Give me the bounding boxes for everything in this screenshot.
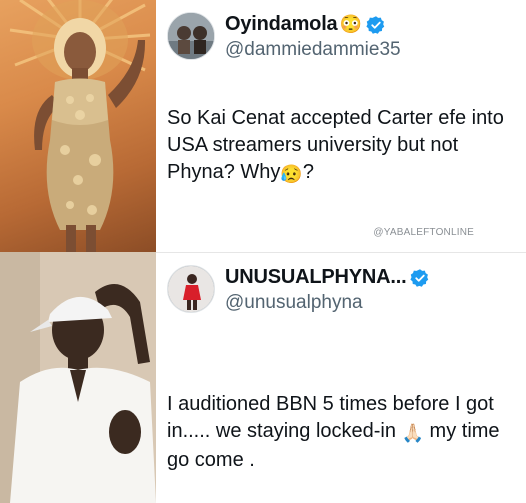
sad-face-emoji: 😥 [280,164,303,184]
handle[interactable]: @unusualphyna [225,292,363,314]
display-name[interactable]: Oyindamola [225,13,338,36]
verified-badge-icon [410,268,429,287]
avatar-image [168,266,214,312]
tweet-text-main: So Kai Cenat accepted Carter efe into US… [167,107,504,183]
tweet-oyindamola[interactable]: Oyindamola 😳 @dammiedammie35 So Kai Cena… [157,0,526,252]
avatar-image [168,13,214,59]
handle[interactable]: @dammiedammie35 [225,39,401,61]
photo-man-white-cap [0,252,156,503]
avatar-unusualphyna[interactable] [167,265,215,313]
flushed-face-emoji: 😳 [339,14,362,34]
tweet-unusualphyna[interactable]: UNUSUALPHYNA... @unusualphyna I audition… [157,253,526,503]
watermark: @YABALEFTONLINE [373,227,474,238]
tweet-header: Oyindamola 😳 @dammiedammie35 [167,12,507,64]
verified-badge-icon [366,15,385,34]
avatar-oyindamola[interactable] [167,12,215,60]
display-name[interactable]: UNUSUALPHYNA... [225,266,407,289]
tweet-text: I auditioned BBN 5 times before I got in… [167,391,523,474]
woman-gold-gown-illustration [9,0,151,252]
tweet-header: UNUSUALPHYNA... @unusualphyna [167,265,507,317]
tweet-text: So Kai Cenat accepted Carter efe into US… [167,105,523,188]
praying-hands-emoji: 🙏🏻 [401,423,424,443]
name-row: UNUSUALPHYNA... [225,266,430,289]
photo-woman-gold-gown [0,0,156,252]
man-white-cap-illustration [0,252,156,503]
tweet-text-tail: ? [302,161,314,183]
name-row: Oyindamola 😳 [225,13,386,36]
